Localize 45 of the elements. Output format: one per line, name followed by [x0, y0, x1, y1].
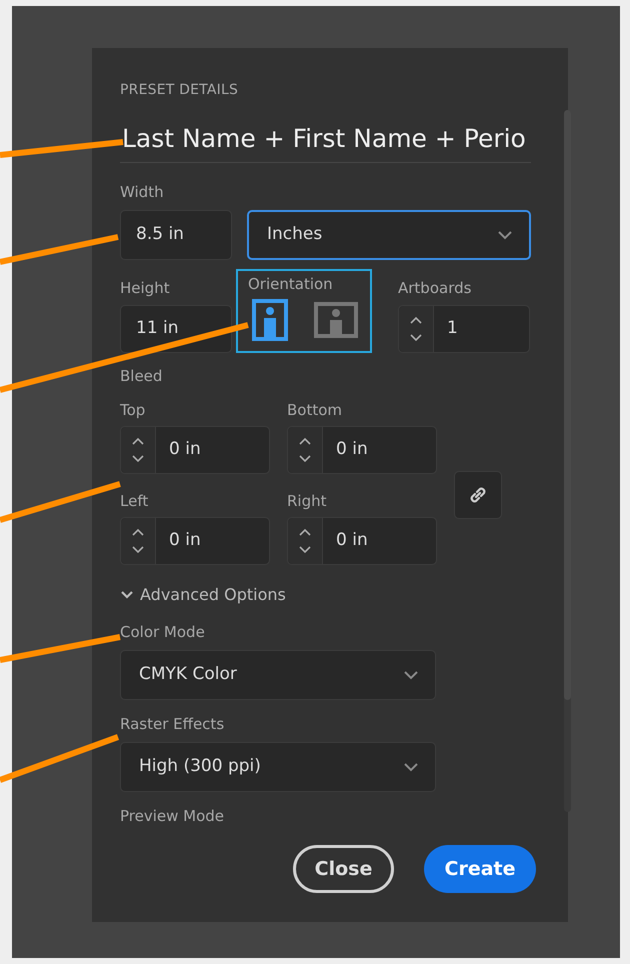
- stepper-field[interactable]: 0 in: [287, 517, 437, 565]
- chevron-down-icon[interactable]: [120, 590, 134, 600]
- field-label: Width: [120, 183, 165, 201]
- chevron-down-icon: [403, 762, 419, 772]
- stepper-field[interactable]: 0 in: [120, 426, 270, 474]
- landscape-orientation-icon[interactable]: [314, 302, 358, 338]
- field-label: Left: [120, 492, 150, 510]
- chevron-down-icon: [403, 670, 419, 680]
- field-label: Top: [120, 401, 146, 419]
- field-label: Bleed: [120, 367, 164, 385]
- stepper-arrows-icon[interactable]: [298, 527, 312, 555]
- field-label: Artboards: [398, 279, 472, 297]
- field-label: Color Mode: [120, 623, 206, 641]
- field-label: Bottom: [287, 401, 344, 419]
- field-label: Right: [287, 492, 328, 510]
- dropdown[interactable]: CMYK Color: [120, 650, 436, 700]
- field-value: 0 in: [168, 529, 202, 552]
- stepper-arrows-icon[interactable]: [409, 315, 423, 343]
- stepper-field[interactable]: 0 in: [287, 426, 437, 474]
- section-title: PRESET DETAILS: [120, 81, 240, 100]
- close-button[interactable]: Close: [293, 845, 394, 893]
- field-value: 0 in: [335, 529, 369, 552]
- stepper-arrows-icon[interactable]: [131, 436, 145, 464]
- scrollbar[interactable]: [564, 110, 571, 812]
- stepper-field[interactable]: 0 in: [120, 517, 270, 565]
- link-button[interactable]: [454, 471, 502, 519]
- field-value: 0 in: [335, 438, 369, 462]
- width-field[interactable]: 8.5 in: [120, 210, 232, 260]
- name-field[interactable]: Last Name + First Name + Perio: [120, 117, 531, 163]
- field-label: Preview Mode: [120, 807, 226, 825]
- create-button[interactable]: Create: [424, 845, 536, 893]
- stepper-field[interactable]: 1: [398, 305, 530, 353]
- stepper-arrows-icon[interactable]: [131, 527, 145, 555]
- dropdown[interactable]: High (300 ppi): [120, 742, 436, 792]
- advanced-options-toggle[interactable]: Advanced Options: [140, 583, 286, 607]
- chevron-down-icon: [497, 230, 513, 240]
- stepper-arrows-icon[interactable]: [298, 436, 312, 464]
- field-value: 1: [446, 317, 459, 340]
- height-field[interactable]: 11 in: [120, 305, 232, 353]
- field-label: Orientation: [248, 275, 334, 293]
- field-label: Height: [120, 279, 171, 297]
- portrait-orientation-icon[interactable]: [252, 299, 288, 341]
- field-value: 0 in: [168, 438, 202, 462]
- dropdown[interactable]: Inches: [247, 210, 531, 260]
- field-label: Raster Effects: [120, 715, 226, 733]
